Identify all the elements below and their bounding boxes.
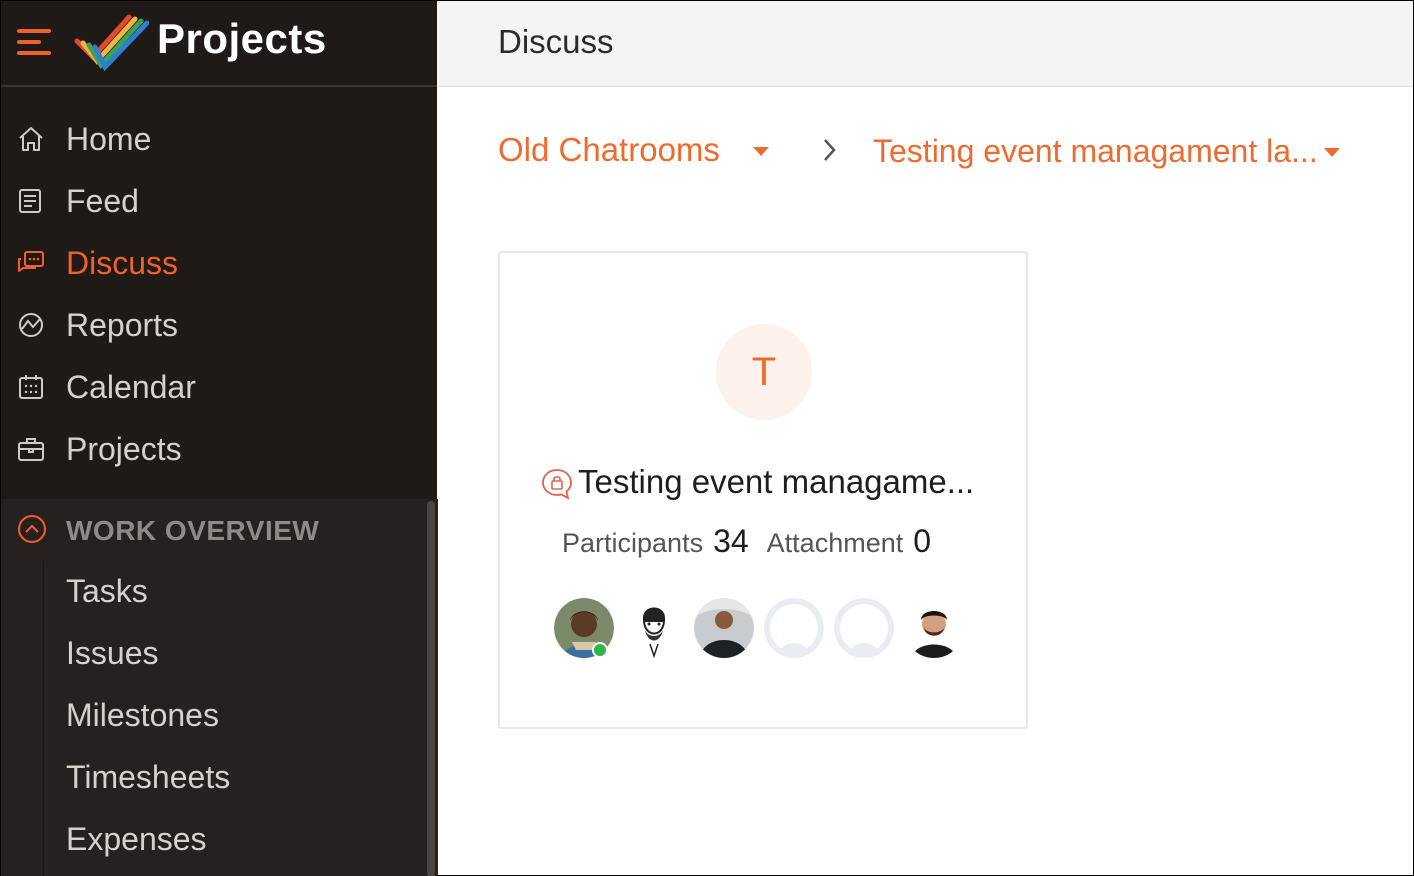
sidebar-item-issues[interactable]: Issues	[66, 635, 158, 672]
chevron-down-icon[interactable]	[753, 147, 769, 156]
attachment-count: 0	[913, 523, 932, 559]
sidebar-nav: Home Feed Discuss Reports Calendar Proje…	[1, 109, 438, 481]
sidebar-item-discuss[interactable]: Discuss	[1, 233, 438, 295]
sidebar-scrollbar[interactable]	[427, 501, 435, 876]
private-chat-lock-icon	[542, 469, 572, 500]
app-logo	[74, 14, 149, 71]
sidebar-item-home[interactable]: Home	[1, 109, 438, 171]
chatroom-card[interactable]: T Testing event managame... Participants…	[498, 251, 1028, 729]
avatar[interactable]	[624, 598, 684, 658]
chatroom-avatar: T	[716, 324, 812, 420]
sidebar-item-feed[interactable]: Feed	[1, 171, 438, 233]
chevron-down-icon[interactable]	[1324, 148, 1340, 157]
participants-label: Participants	[562, 528, 704, 558]
avatar[interactable]	[904, 598, 964, 658]
work-overview-label: WORK OVERVIEW	[66, 515, 320, 546]
sidebar-item-label: Home	[66, 121, 152, 157]
chevron-right-icon	[824, 139, 836, 161]
briefcase-icon	[18, 438, 44, 461]
avatar-placeholder[interactable]	[834, 598, 894, 658]
home-icon	[19, 127, 43, 151]
sidebar-item-expenses[interactable]: Expenses	[66, 821, 207, 858]
sidebar-header: Projects	[1, 1, 438, 87]
calendar-icon	[19, 375, 43, 399]
sidebar-item-label: Calendar	[66, 369, 196, 405]
divider	[43, 561, 44, 876]
reports-icon	[19, 313, 43, 337]
chatroom-title-row: Testing event managame...	[540, 463, 1000, 507]
hamburger-menu-icon[interactable]	[17, 29, 51, 55]
app-title: Projects	[157, 15, 327, 62]
main-header: Discuss	[437, 1, 1413, 87]
sidebar: Projects Home Feed Discuss Reports Calen…	[0, 0, 438, 876]
sidebar-item-calendar[interactable]: Calendar	[1, 357, 438, 419]
sidebar-item-label: Projects	[66, 431, 182, 467]
chatroom-title: Testing event managame...	[578, 463, 975, 500]
sidebar-item-milestones[interactable]: Milestones	[66, 697, 219, 734]
avatar-placeholder[interactable]	[764, 598, 824, 658]
sidebar-item-tasks[interactable]: Tasks	[66, 573, 148, 610]
breadcrumb-old-chatrooms[interactable]: Old Chatrooms	[498, 131, 720, 169]
sidebar-item-label: Reports	[66, 307, 179, 343]
attachment-label: Attachment	[766, 528, 904, 558]
chevron-up-circle-icon	[18, 515, 46, 543]
feed-icon	[19, 189, 41, 213]
sidebar-item-reports[interactable]: Reports	[1, 295, 438, 357]
sidebar-item-projects[interactable]: Projects	[1, 419, 438, 481]
avatar[interactable]	[694, 598, 754, 658]
online-status-indicator	[592, 642, 608, 658]
work-overview-toggle[interactable]: WORK OVERVIEW	[1, 499, 428, 561]
work-overview-section: WORK OVERVIEW Tasks Issues Milestones Ti…	[1, 499, 438, 876]
sidebar-item-timesheets[interactable]: Timesheets	[66, 759, 230, 796]
sidebar-item-label: Feed	[66, 183, 139, 219]
page-title: Discuss	[498, 23, 614, 60]
breadcrumb-chatroom[interactable]: Testing event managament la...	[873, 133, 1318, 170]
participants-count: 34	[713, 523, 749, 559]
main-content: Discuss Old Chatrooms Testing event mana…	[437, 0, 1414, 876]
chatroom-stats: Participants 34 Attachment 0	[562, 523, 949, 559]
discuss-icon	[18, 251, 44, 272]
sidebar-item-label: Discuss	[66, 245, 179, 281]
